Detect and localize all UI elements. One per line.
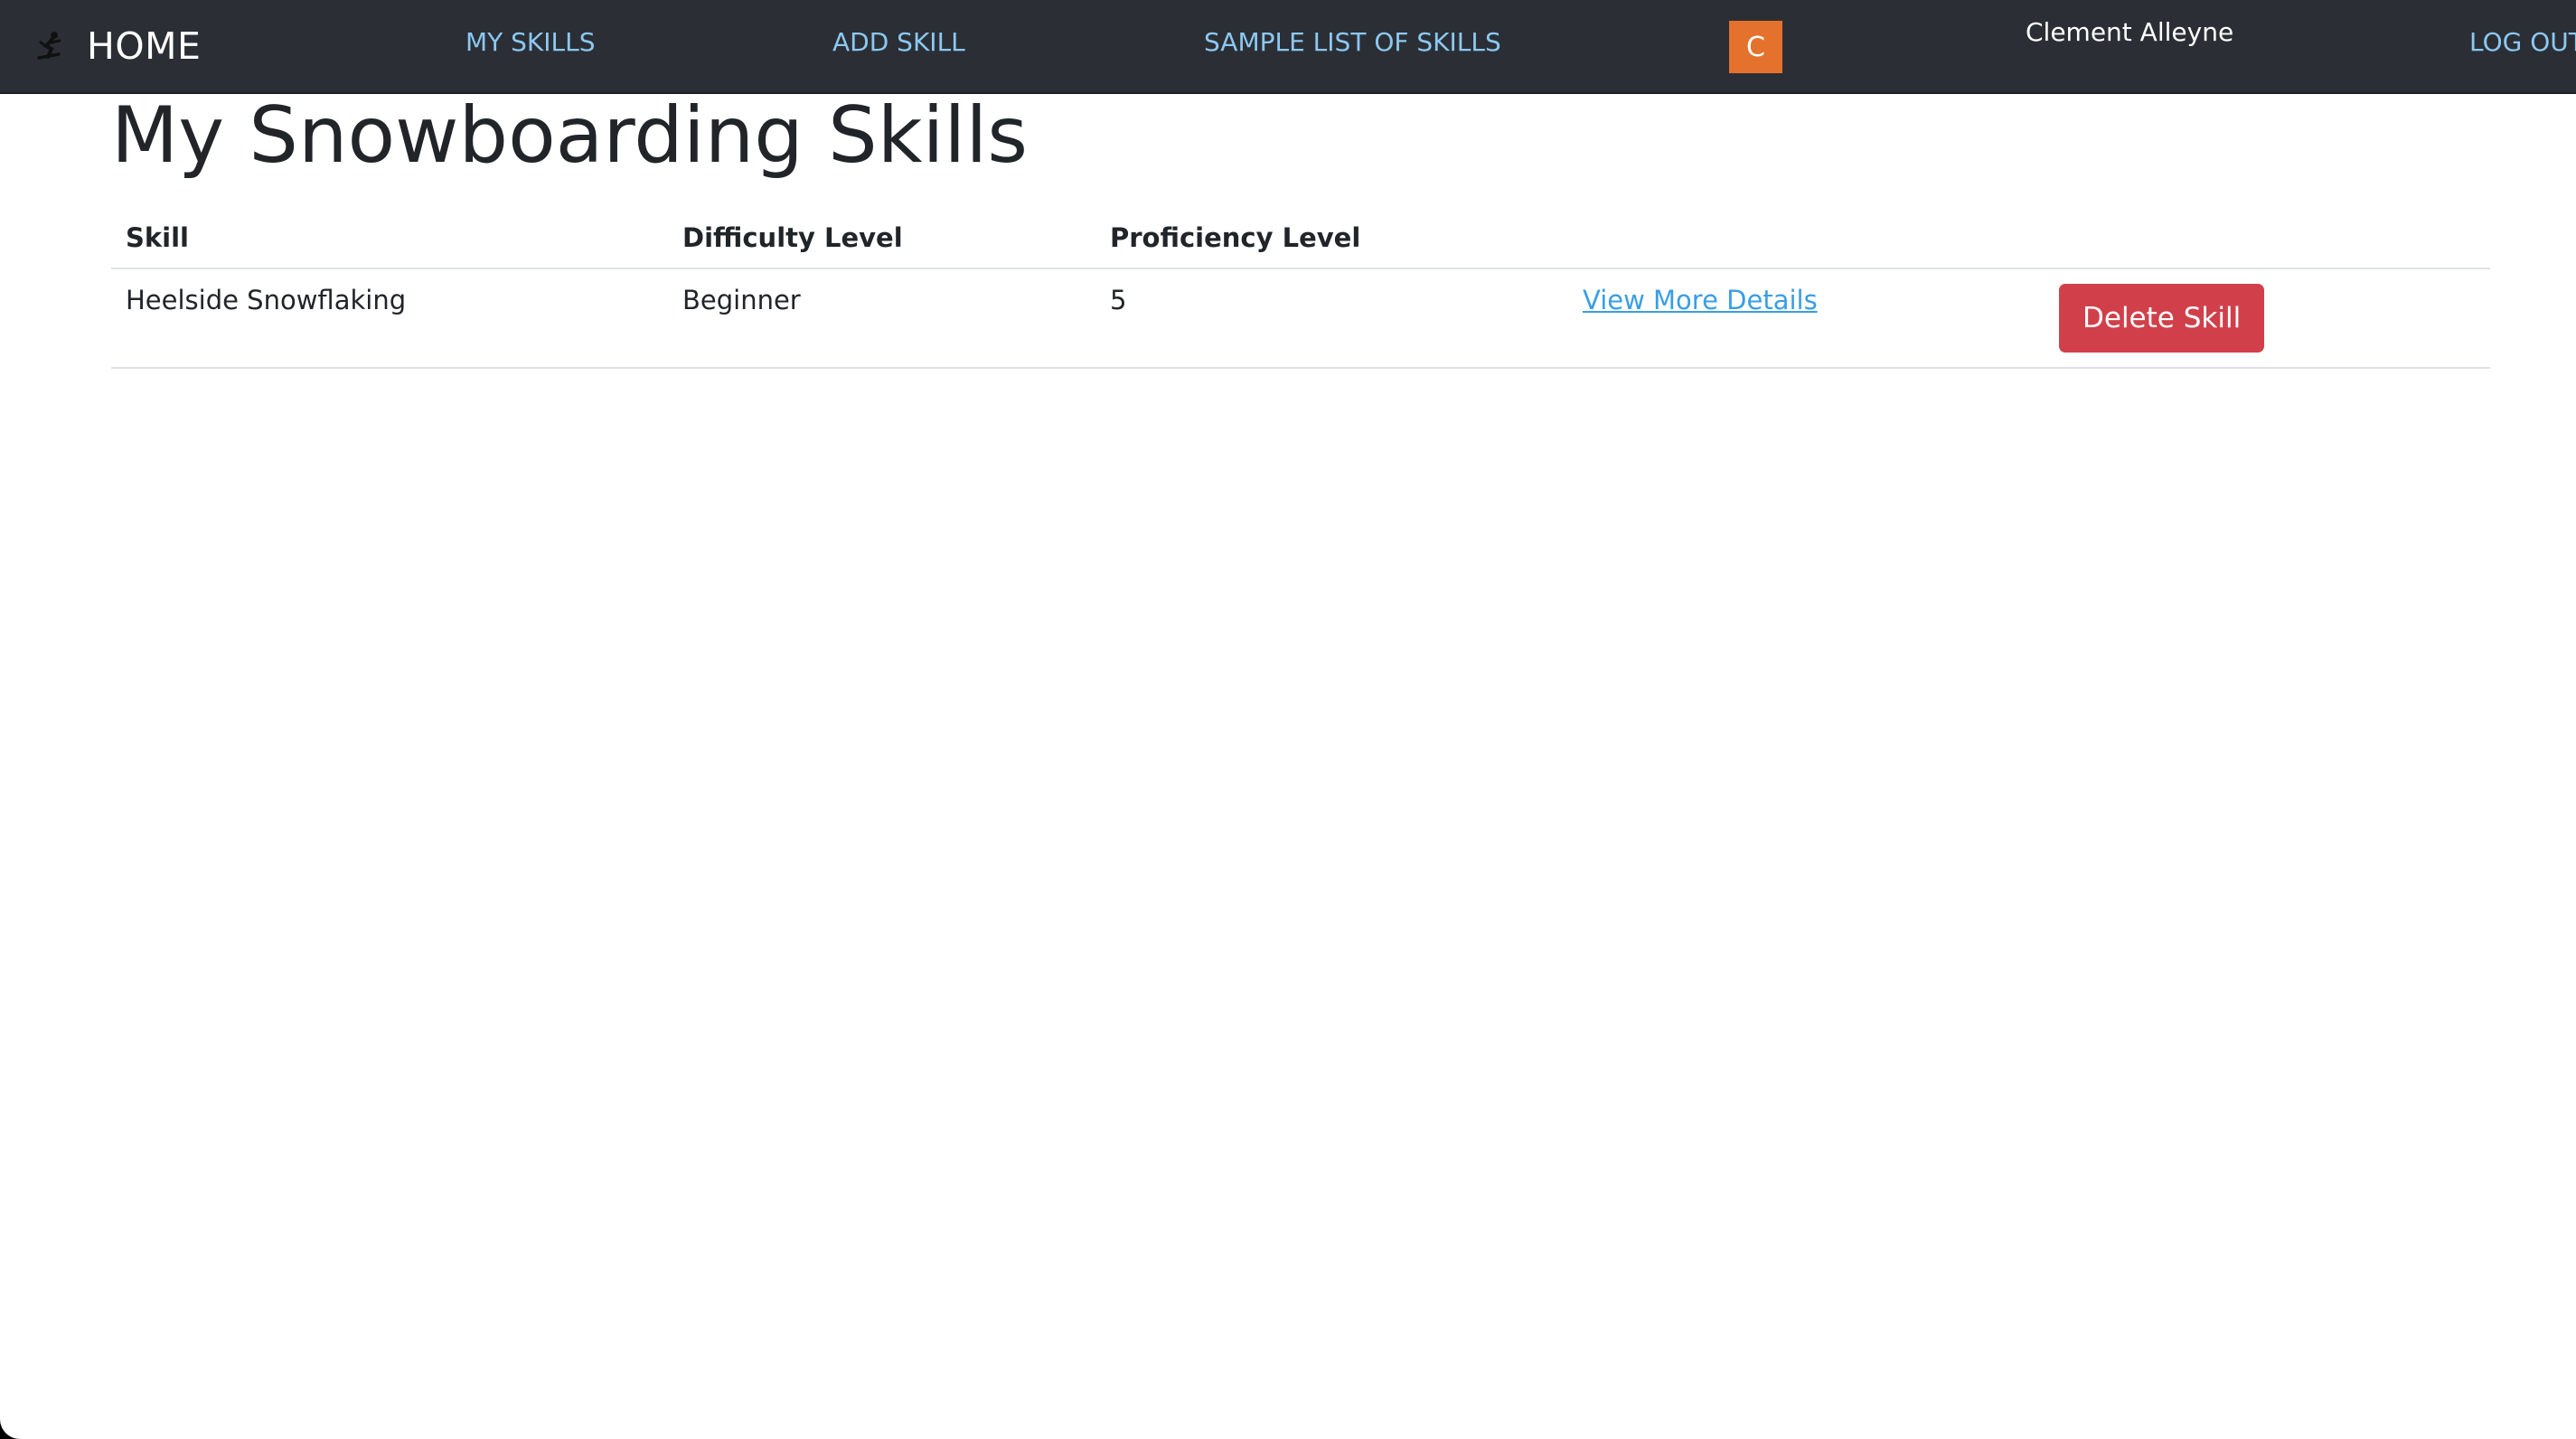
home-link[interactable]: HOME xyxy=(33,20,201,72)
column-header-actions xyxy=(2045,202,2490,269)
nav-sample-list-of-skills[interactable]: SAMPLE LIST OF SKILLS xyxy=(1204,27,1501,57)
skills-table: Skill Difficulty Level Proficiency Level… xyxy=(111,202,2490,369)
username: Clement Alleyne xyxy=(2026,17,2234,47)
cell-proficiency: 5 xyxy=(1095,268,1568,369)
nav-log-out[interactable]: LOG OUT xyxy=(2469,27,2576,57)
difficulty-level: Beginner xyxy=(682,285,801,315)
view-more-details-link[interactable]: View More Details xyxy=(1583,285,1818,315)
column-header-skill: Skill xyxy=(111,202,668,269)
proficiency-level: 5 xyxy=(1110,285,1127,315)
skill-name: Heelside Snowflaking xyxy=(126,285,407,315)
snowboarder-icon xyxy=(33,28,69,64)
app-window: HOME MY SKILLS ADD SKILL SAMPLE LIST OF … xyxy=(0,0,2576,1439)
column-header-details xyxy=(1568,202,2045,269)
delete-skill-button[interactable]: Delete Skill xyxy=(2059,284,2265,353)
nav-add-skill[interactable]: ADD SKILL xyxy=(832,27,965,57)
table-header-row: Skill Difficulty Level Proficiency Level xyxy=(111,202,2490,269)
avatar[interactable]: C xyxy=(1729,21,1782,73)
page-title: My Snowboarding Skills xyxy=(111,90,1029,181)
nav-my-skills[interactable]: MY SKILLS xyxy=(465,27,596,57)
cell-actions: Delete Skill xyxy=(2045,268,2490,369)
home-label: HOME xyxy=(87,24,202,68)
cell-skill: Heelside Snowflaking xyxy=(111,268,668,369)
cell-difficulty: Beginner xyxy=(668,268,1095,369)
table-row: Heelside Snowflaking Beginner 5 View Mor… xyxy=(111,268,2490,369)
column-header-difficulty: Difficulty Level xyxy=(668,202,1095,269)
cell-details: View More Details xyxy=(1568,268,2045,369)
column-header-proficiency: Proficiency Level xyxy=(1095,202,1568,269)
top-navbar: HOME MY SKILLS ADD SKILL SAMPLE LIST OF … xyxy=(0,0,2576,94)
